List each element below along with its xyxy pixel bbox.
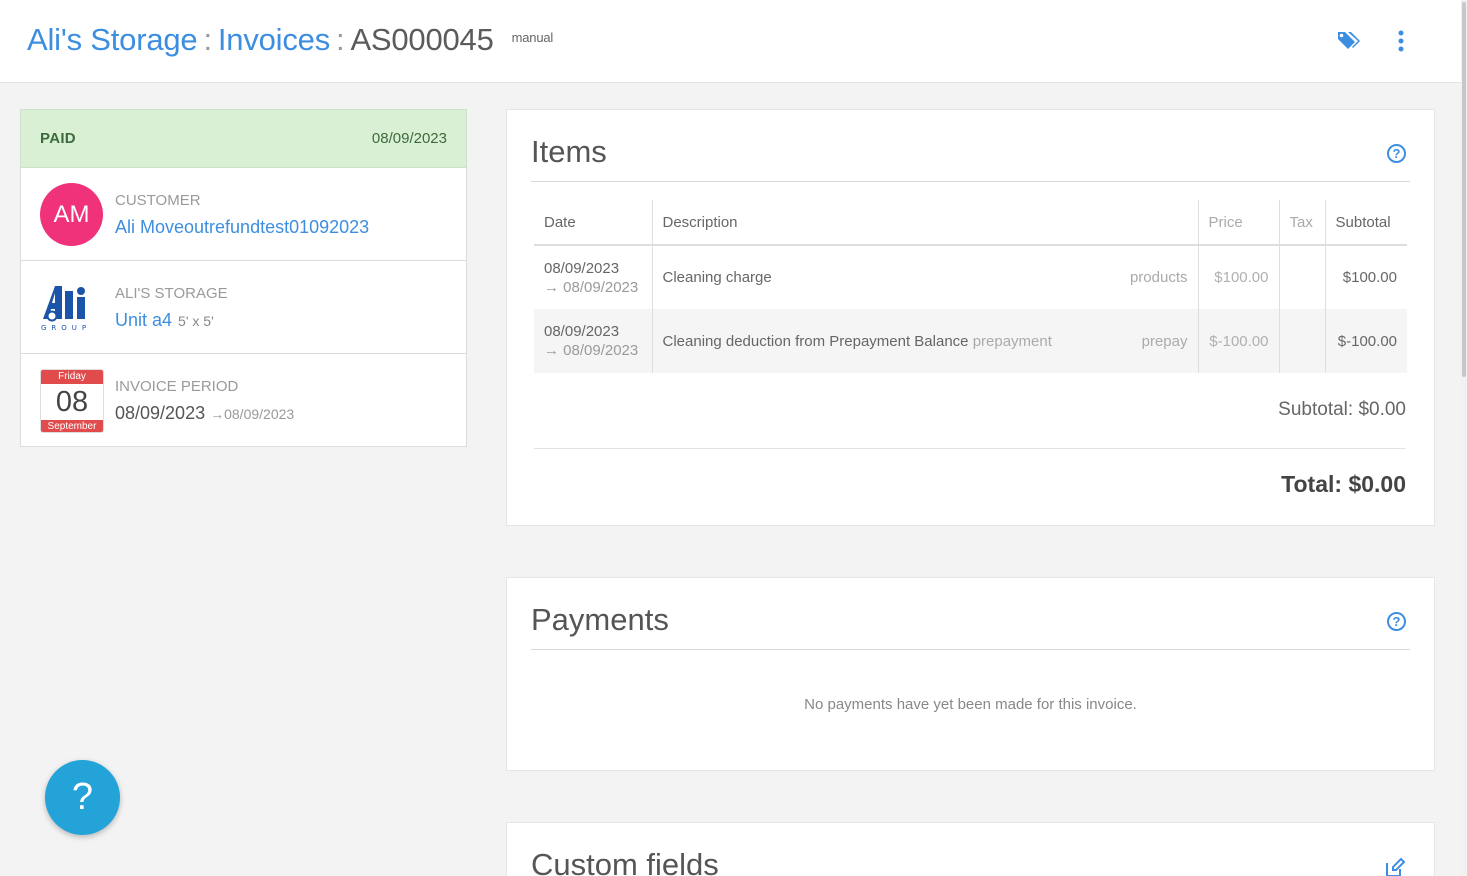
item-description: Cleaning deduction from Prepayment Balan… [662, 332, 969, 350]
customer-name-link[interactable]: Ali Moveoutrefundtest01092023 [115, 217, 369, 238]
period-arrow: → [210, 406, 225, 422]
divider [531, 181, 1410, 182]
edit-icon[interactable] [1384, 857, 1406, 876]
column-header-description: Description [651, 200, 1198, 246]
unit-card: GROUP ALI'S STORAGE Unit a4 5' x 5' [20, 261, 467, 354]
custom-fields-panel: Custom fields [506, 822, 1435, 876]
item-description-cell: Cleaning deduction from Prepayment Balan… [651, 309, 1198, 373]
items-title: Items [531, 134, 607, 169]
item-price: $100.00 [1197, 245, 1279, 309]
column-header-tax: Tax [1278, 200, 1325, 246]
period-value: 08/09/2023 →08/09/2023 [115, 403, 294, 424]
divider [531, 649, 1410, 650]
customer-label: CUSTOMER [115, 192, 201, 209]
item-category: prepay [1141, 332, 1188, 350]
item-date: 08/09/2023 → 08/09/2023 [534, 245, 652, 309]
item-category: products [1129, 269, 1188, 286]
page-title: AS000045 [350, 22, 494, 57]
invoice-type-label: manual [511, 30, 554, 46]
item-date-from: 08/09/2023 [544, 259, 620, 277]
item-date-from: 08/09/2023 [544, 323, 620, 340]
breadcrumb-separator: : [336, 22, 345, 57]
table-row[interactable]: 08/09/2023 → 08/09/2023 Cleaning charge pr… [534, 245, 1407, 309]
item-description: Cleaning charge [662, 269, 772, 286]
unit-link[interactable]: Unit a4 [115, 310, 172, 330]
items-table: Date Description Price Tax Subtotal 08/0… [534, 200, 1407, 373]
period-end: 08/09/2023 [224, 406, 295, 422]
item-tax [1278, 309, 1325, 373]
unit-size: 5' x 5' [178, 313, 214, 329]
item-description-tag: prepayment [972, 332, 1052, 350]
avatar: AM [40, 183, 103, 246]
page-header: Ali's Storage: Invoices: AS000045 manual [0, 0, 1461, 83]
column-header-date: Date [534, 200, 652, 246]
column-header-price: Price [1197, 200, 1279, 246]
payments-title: Payments [531, 602, 669, 637]
breadcrumb-store-link[interactable]: Ali's Storage [27, 22, 198, 57]
period-label: INVOICE PERIOD [115, 378, 239, 395]
logo-text: GROUP [41, 324, 91, 332]
company-logo-icon: GROUP [40, 283, 102, 333]
subtotal-amount: Subtotal: $0.00 [1278, 399, 1406, 420]
item-description-cell: Cleaning charge products [651, 245, 1198, 309]
breadcrumb: Ali's Storage: Invoices: AS000045 manual [27, 22, 553, 58]
item-date: 08/09/2023 → 08/09/2023 [534, 309, 652, 373]
site-label: ALI'S STORAGE [115, 285, 228, 302]
calendar-weekday: Friday [41, 370, 103, 384]
payments-panel: Payments ? No payments have yet been mad… [506, 577, 1435, 771]
tags-icon[interactable] [1336, 28, 1362, 59]
item-subtotal: $-100.00 [1324, 309, 1407, 373]
breadcrumb-separator: : [203, 22, 212, 57]
total-amount: Total: $0.00 [1281, 471, 1406, 497]
customer-card: AM CUSTOMER Ali Moveoutrefundtest0109202… [20, 168, 467, 261]
item-date-to: → 08/09/2023 [544, 278, 639, 296]
status-badge: PAID [40, 130, 76, 147]
calendar-month: September [41, 420, 103, 432]
help-icon[interactable]: ? [1387, 612, 1406, 631]
divider [534, 448, 1406, 449]
help-button[interactable]: ? [45, 760, 120, 835]
table-row[interactable]: 08/09/2023 → 08/09/2023 Cleaning deductio… [534, 309, 1407, 373]
invoice-summary: PAID 08/09/2023 AM CUSTOMER Ali Moveoutr… [20, 109, 467, 447]
column-header-subtotal: Subtotal [1324, 200, 1407, 246]
help-icon[interactable]: ? [1387, 144, 1406, 163]
period-start: 08/09/2023 [115, 403, 206, 423]
item-subtotal: $100.00 [1324, 245, 1407, 309]
calendar-icon: Friday 08 September [40, 369, 104, 433]
item-tax [1278, 245, 1325, 309]
scrollbar-thumb[interactable] [1462, 2, 1466, 377]
custom-fields-title: Custom fields [531, 847, 719, 876]
more-vertical-icon[interactable] [1393, 28, 1409, 59]
item-price: $-100.00 [1197, 309, 1279, 373]
invoice-period-card: Friday 08 September INVOICE PERIOD 08/09… [20, 354, 467, 447]
item-date-to: → 08/09/2023 [544, 342, 639, 359]
table-header-row: Date Description Price Tax Subtotal [534, 200, 1407, 246]
unit-info: Unit a4 5' x 5' [115, 310, 214, 331]
items-panel: Items ? Date Description Price Tax Subto… [506, 109, 1435, 526]
payments-empty-message: No payments have yet been made for this … [804, 696, 1137, 713]
calendar-day: 08 [55, 386, 89, 418]
breadcrumb-invoices-link[interactable]: Invoices [218, 22, 330, 57]
status-banner: PAID 08/09/2023 [20, 109, 467, 168]
status-date: 08/09/2023 [371, 130, 447, 147]
